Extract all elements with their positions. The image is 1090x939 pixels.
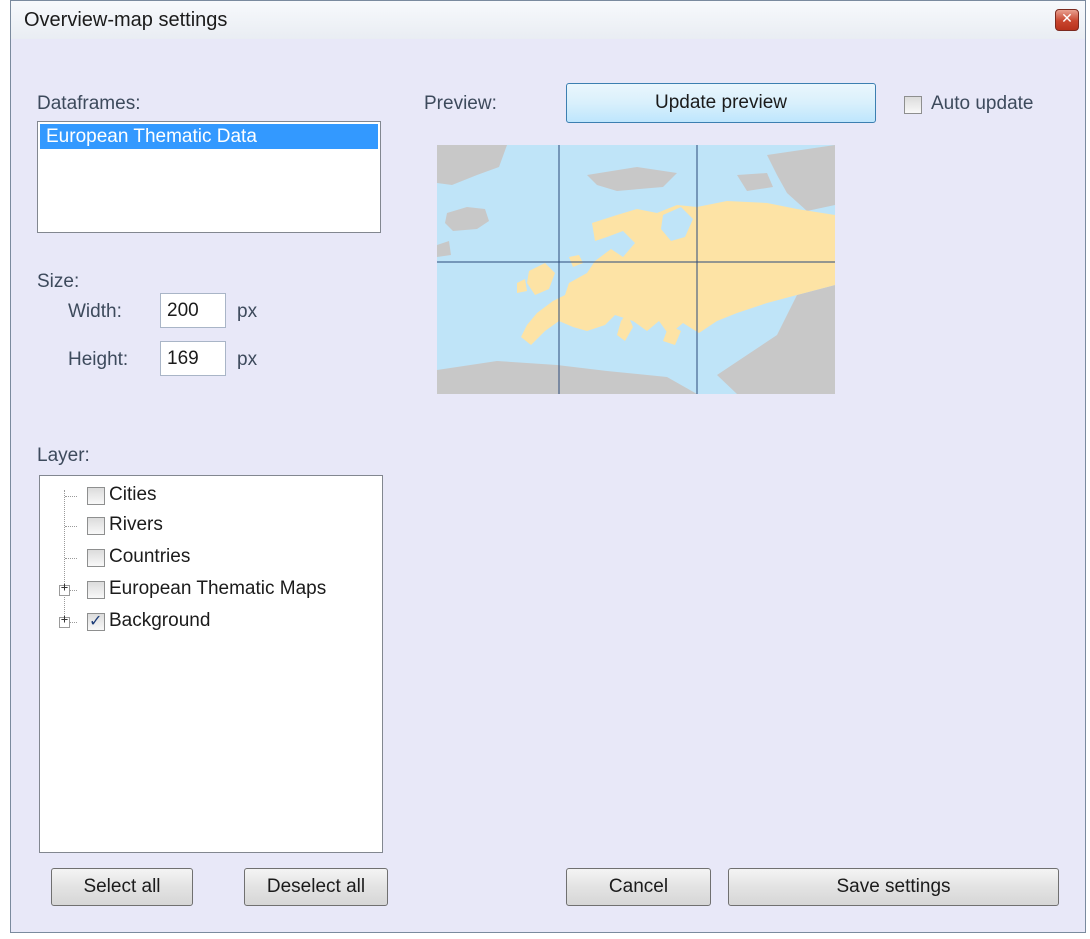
tree-line [65, 558, 77, 559]
cancel-button[interactable]: Cancel [566, 868, 711, 906]
tree-line [65, 496, 77, 497]
width-label: Width: [68, 301, 122, 322]
dialog-body: Dataframes: European Thematic Data Size:… [11, 39, 1085, 932]
update-preview-button[interactable]: Update preview [566, 83, 876, 123]
tree-line [65, 526, 77, 527]
auto-update-checkbox[interactable] [904, 96, 922, 114]
height-unit-label: px [237, 349, 258, 370]
width-input[interactable]: 200 [160, 293, 226, 328]
europe-map-image [437, 145, 835, 394]
overview-map-settings-dialog: Overview-map settings ✕ Dataframes: Euro… [10, 0, 1086, 933]
layer-checkbox-cities[interactable] [87, 487, 105, 505]
auto-update-label: Auto update [931, 93, 1034, 114]
deselect-all-button[interactable]: Deselect all [244, 868, 388, 906]
layer-item-label: European Thematic Maps [109, 578, 327, 599]
layer-item-label: Background [109, 610, 211, 631]
layer-checkbox-background[interactable] [87, 611, 105, 631]
layer-tree[interactable]: Cities Rivers Countries European Themati… [39, 475, 383, 853]
window-title: Overview-map settings [24, 9, 228, 31]
overview-map-preview [437, 145, 835, 394]
title-bar[interactable]: Overview-map settings ✕ [11, 1, 1085, 40]
expand-plus-icon[interactable] [59, 612, 70, 628]
layer-item-label: Rivers [109, 514, 163, 535]
layer-checkbox-countries[interactable] [87, 549, 105, 567]
size-label: Size: [37, 271, 80, 292]
layer-label: Layer: [37, 445, 90, 466]
close-button[interactable]: ✕ [1055, 9, 1079, 31]
preview-label: Preview: [424, 93, 497, 114]
width-unit-label: px [237, 301, 258, 322]
dataframes-label: Dataframes: [37, 93, 141, 114]
dataframes-listbox[interactable]: European Thematic Data [37, 121, 381, 233]
expand-plus-icon[interactable] [59, 580, 70, 596]
layer-checkbox-rivers[interactable] [87, 517, 105, 535]
dataframe-item-european-thematic-data[interactable]: European Thematic Data [40, 124, 378, 149]
save-settings-button[interactable]: Save settings [728, 868, 1059, 906]
select-all-button[interactable]: Select all [51, 868, 193, 906]
close-icon: ✕ [1061, 11, 1073, 27]
layer-item-label: Cities [109, 484, 157, 505]
height-label: Height: [68, 349, 129, 370]
layer-checkbox-european-thematic-maps[interactable] [87, 581, 105, 599]
height-input[interactable]: 169 [160, 341, 226, 376]
layer-item-label: Countries [109, 546, 191, 567]
